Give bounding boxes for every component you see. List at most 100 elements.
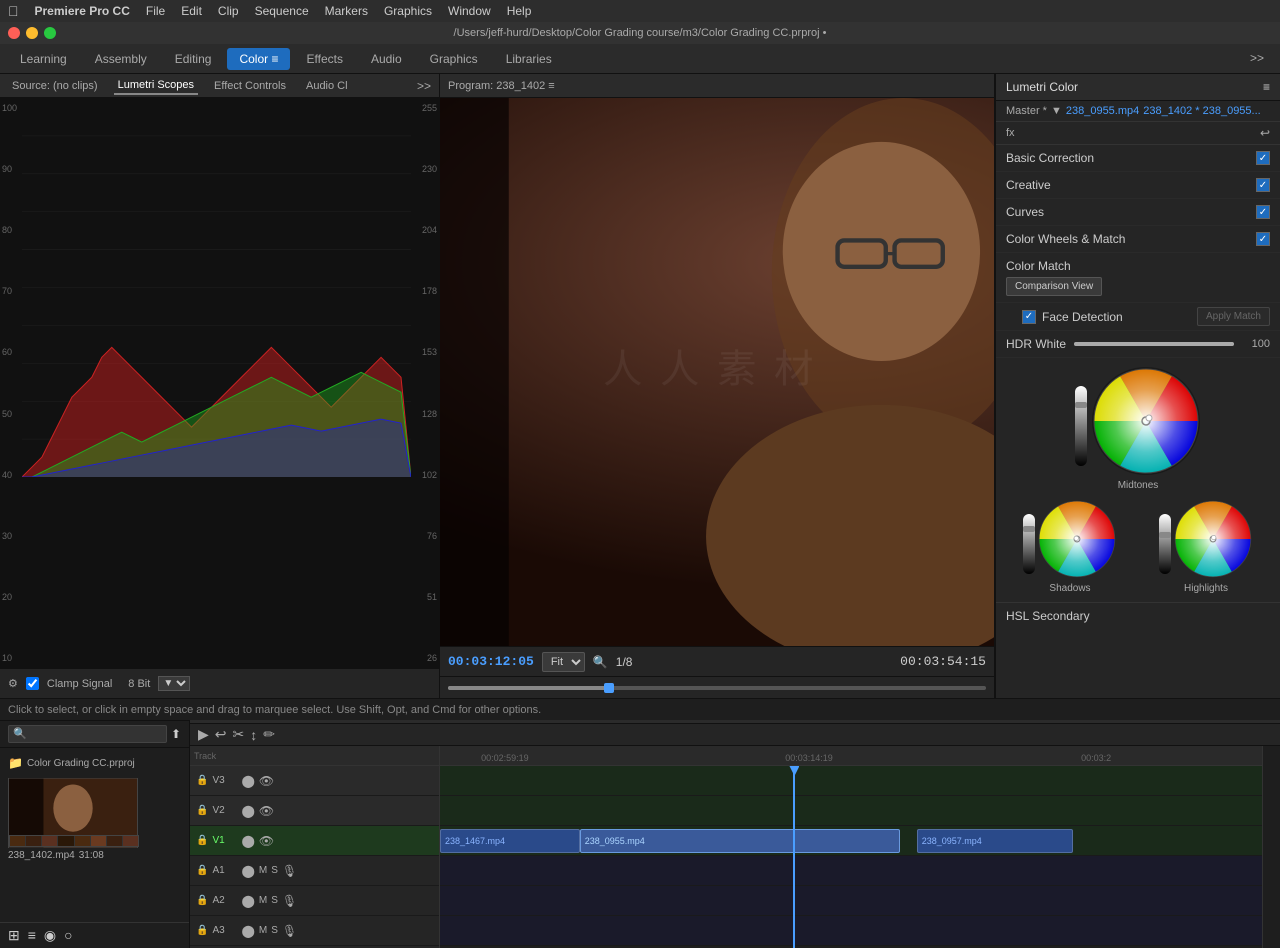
highlights-color-wheel[interactable] [1173,499,1253,579]
creative-row[interactable]: Creative ✓ [996,172,1280,199]
minimize-button[interactable] [26,27,38,39]
mini-timeline-thumb[interactable] [604,683,614,693]
color-wheels-checkbox[interactable]: ✓ [1256,232,1270,246]
panel-more-button[interactable]: >> [417,79,431,93]
v3-patch-icon[interactable]: ⬤ [241,774,254,788]
v1-patch-icon[interactable]: ⬤ [241,834,254,848]
creative-checkbox[interactable]: ✓ [1256,178,1270,192]
v2-patch-icon[interactable]: ⬤ [241,804,254,818]
face-detection-checkbox[interactable]: ✓ [1022,310,1036,324]
tab-libraries[interactable]: Libraries [494,48,564,70]
a1-patch-icon[interactable]: ⬤ [241,864,254,878]
lock-a2-icon[interactable]: 🔒 [196,895,208,906]
mini-timeline-progress[interactable] [448,686,986,690]
a3-mute[interactable]: M [259,925,267,936]
a1-solo[interactable]: S [271,865,278,876]
audio-cl-tab[interactable]: Audio Cl [302,78,352,94]
shadows-v-slider[interactable] [1023,514,1035,574]
a2-mic-icon[interactable]: 🎙 [282,894,297,908]
source-tab[interactable]: Source: (no clips) [8,78,102,94]
clip-tab-1[interactable]: 238_0955.mp4 [1066,105,1139,117]
a2-content[interactable] [440,886,1262,916]
lock-v1-icon[interactable]: 🔒 [196,835,208,846]
basic-correction-checkbox[interactable]: ✓ [1256,151,1270,165]
clip-tab-2[interactable]: 238_1402 * 238_0955... [1143,105,1260,117]
color-wheels-row[interactable]: Color Wheels & Match ✓ [996,226,1280,253]
lock-v3-icon[interactable]: 🔒 [196,775,208,786]
a3-content[interactable] [440,916,1262,946]
clip-item[interactable]: 238_1402.mp4 31:08 [8,778,181,861]
bit-depth-select[interactable]: ▼ [158,676,190,691]
lumetri-menu-icon[interactable]: ≡ [1263,80,1270,94]
tab-learning[interactable]: Learning [8,48,79,70]
v3-toggle-icon[interactable]: 👁 [259,774,274,788]
project-import-button[interactable]: ⬆ [171,727,181,741]
menu-clip[interactable]: Clip [218,4,239,18]
tab-editing[interactable]: Editing [163,48,224,70]
list-view-button[interactable]: ≡ [28,927,36,944]
a2-mute[interactable]: M [259,895,267,906]
tool-slip[interactable]: ↕ [250,727,257,743]
mini-timeline-bar[interactable] [440,676,994,698]
lock-a3-icon[interactable]: 🔒 [196,925,208,936]
midtones-v-thumb[interactable] [1075,402,1087,408]
tool-ripple[interactable]: ↩ [215,726,227,743]
a3-mic-icon[interactable]: 🎙 [282,924,297,938]
nav-more-button[interactable]: >> [1242,44,1272,74]
a2-solo[interactable]: S [271,895,278,906]
menu-window[interactable]: Window [448,4,491,18]
menu-file[interactable]: File [146,4,165,18]
scope-tool-icon[interactable]: ⚙ [8,677,18,690]
clip-238-1467[interactable]: 238_1467.mp4 [440,829,580,853]
a2-patch-icon[interactable]: ⬤ [241,894,254,908]
icon-view-button[interactable]: ⊞ [8,927,20,944]
tool-pen[interactable]: ✏ [263,726,275,743]
program-menu-icon[interactable]: ≡ [548,80,554,92]
highlights-v-thumb[interactable] [1159,532,1171,538]
tab-effects[interactable]: Effects [294,48,354,70]
midtones-color-wheel[interactable] [1091,366,1201,476]
shadows-color-wheel[interactable] [1037,499,1117,579]
project-search-input[interactable] [8,725,167,743]
basic-correction-row[interactable]: Basic Correction ✓ [996,145,1280,172]
v1-toggle-icon[interactable]: 👁 [259,834,274,848]
tab-graphics[interactable]: Graphics [418,48,490,70]
menu-sequence[interactable]: Sequence [255,4,309,18]
app-name[interactable]: Premiere Pro CC [35,4,130,18]
playhead[interactable] [793,766,795,948]
menu-edit[interactable]: Edit [181,4,202,18]
a1-mic-icon[interactable]: 🎙 [282,864,297,878]
curves-checkbox[interactable]: ✓ [1256,205,1270,219]
midtones-v-slider[interactable] [1075,386,1087,466]
lock-a1-icon[interactable]: 🔒 [196,865,208,876]
fx-reset-icon[interactable]: ↩ [1260,126,1270,140]
clip-238-0957[interactable]: 238_0957.mp4 [917,829,1073,853]
window-controls[interactable] [8,27,56,39]
tool-select[interactable]: ▶ [198,726,209,743]
a1-mute[interactable]: M [259,865,267,876]
a3-patch-icon[interactable]: ⬤ [241,924,254,938]
menu-help[interactable]: Help [507,4,532,18]
fit-select[interactable]: Fit [542,652,585,672]
clip-238-0955[interactable]: 238_0955.mp4 [580,829,901,853]
highlights-v-slider[interactable] [1159,514,1171,574]
v1-content[interactable]: 238_1467.mp4 238_0955.mp4 238_0957.mp4 [440,826,1262,856]
v3-content[interactable] [440,766,1262,796]
curves-row[interactable]: Curves ✓ [996,199,1280,226]
hdr-white-slider[interactable] [1074,342,1234,346]
grid-view-button[interactable]: ◉ [44,927,56,944]
a1-content[interactable] [440,856,1262,886]
tab-audio[interactable]: Audio [359,48,414,70]
master-dropdown-icon[interactable]: ▼ [1051,105,1062,117]
shadows-v-thumb[interactable] [1023,526,1035,532]
tab-assembly[interactable]: Assembly [83,48,159,70]
detail-view-button[interactable]: ○ [64,927,72,944]
hsl-secondary-row[interactable]: HSL Secondary [996,602,1280,629]
menu-markers[interactable]: Markers [325,4,368,18]
tool-razor[interactable]: ✂ [233,726,245,743]
lock-v2-icon[interactable]: 🔒 [196,805,208,816]
apply-match-button[interactable]: Apply Match [1197,307,1270,326]
comparison-view-button[interactable]: Comparison View [1006,277,1102,296]
v2-content[interactable] [440,796,1262,826]
lumetri-scopes-tab[interactable]: Lumetri Scopes [114,77,198,95]
